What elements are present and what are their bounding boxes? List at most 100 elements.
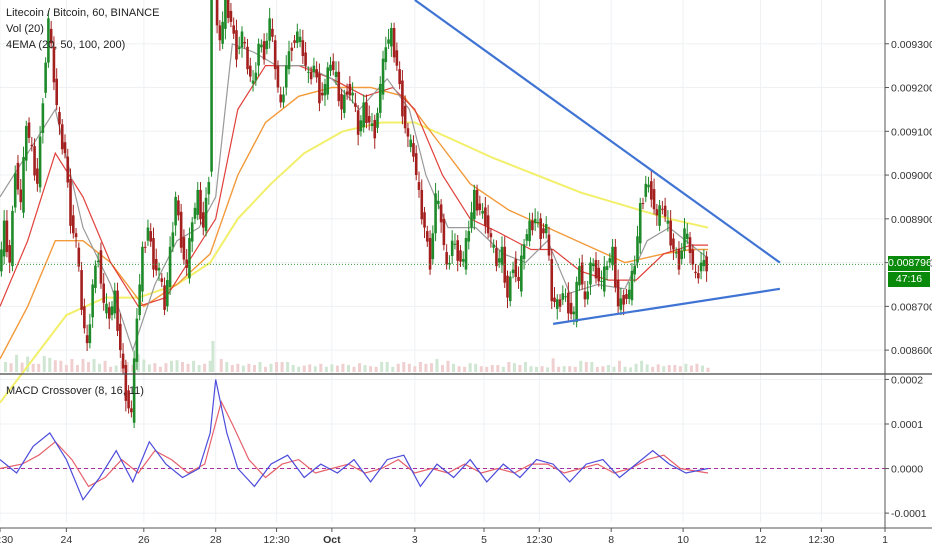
candle-body bbox=[246, 46, 249, 70]
macd-legend[interactable]: MACD Crossover (8, 16, 11) bbox=[6, 384, 144, 398]
volume-bar bbox=[684, 363, 688, 372]
candle-body bbox=[567, 292, 570, 314]
candle-body bbox=[5, 220, 9, 253]
volume-bar bbox=[192, 360, 196, 372]
x-tick-label: 26 bbox=[138, 534, 150, 546]
volume-bar bbox=[441, 365, 444, 372]
volume-bar bbox=[501, 366, 505, 372]
candle-body bbox=[262, 41, 266, 60]
candle-body bbox=[58, 112, 61, 125]
volume-bar bbox=[651, 366, 655, 372]
volume-bar bbox=[396, 363, 400, 372]
volume-bar bbox=[590, 362, 594, 372]
volume-bar bbox=[186, 363, 190, 372]
volume-legend[interactable]: Vol (20) bbox=[6, 22, 44, 36]
candle-body bbox=[141, 246, 144, 292]
candle-body bbox=[356, 110, 360, 135]
candle-body bbox=[38, 136, 42, 188]
candle-body bbox=[442, 218, 446, 246]
candle-body bbox=[445, 252, 448, 265]
candle-body bbox=[279, 94, 283, 103]
candle-body bbox=[94, 265, 97, 288]
volume-bar bbox=[346, 365, 350, 372]
volume-bar bbox=[75, 365, 79, 372]
price-chart[interactable]: 0.009300 0.009200 0.009100 0.009000 0.008900… bbox=[0, 0, 932, 550]
volume-bar bbox=[64, 365, 68, 372]
volume-bar bbox=[4, 362, 8, 372]
candle-body bbox=[318, 73, 321, 104]
candle-body bbox=[80, 270, 83, 310]
candle-body bbox=[163, 285, 166, 310]
candle-body bbox=[304, 52, 307, 66]
candle-body bbox=[2, 220, 6, 257]
volume-bar bbox=[236, 363, 240, 372]
candle-body bbox=[459, 250, 462, 262]
candle-body bbox=[63, 142, 67, 154]
candle-body bbox=[105, 303, 108, 314]
candle-body bbox=[453, 243, 457, 245]
candle-body bbox=[19, 189, 23, 203]
volume-bar bbox=[81, 359, 85, 372]
volume-bar bbox=[197, 365, 201, 372]
volume-bar bbox=[463, 366, 467, 372]
volume-bar bbox=[241, 365, 245, 372]
candle-body bbox=[340, 94, 343, 110]
volume-bar bbox=[70, 359, 74, 372]
volume-bar bbox=[203, 363, 207, 372]
candle-body bbox=[367, 115, 371, 123]
candle-body bbox=[16, 162, 20, 190]
ema-legend[interactable]: 4EMA (20, 50, 100, 200) bbox=[6, 38, 125, 52]
candle-body bbox=[633, 266, 637, 275]
candle-body bbox=[699, 262, 703, 272]
candle-body bbox=[608, 258, 612, 263]
candle-body bbox=[320, 92, 324, 96]
symbol-legend[interactable]: Litecoin / Bitcoin, 60, BINANCE bbox=[6, 6, 159, 20]
volume-bar bbox=[385, 362, 389, 372]
candle-body bbox=[655, 209, 659, 216]
candle-body bbox=[298, 36, 302, 43]
volume-bar bbox=[164, 363, 168, 372]
volume-bar bbox=[142, 359, 146, 372]
candle-body bbox=[293, 40, 296, 43]
candle-body bbox=[130, 408, 133, 413]
candle-body bbox=[362, 102, 365, 128]
volume-bar bbox=[308, 364, 312, 372]
candle-body bbox=[102, 283, 106, 303]
volume-bar bbox=[358, 363, 362, 372]
candle-body bbox=[160, 278, 164, 282]
volume-bar bbox=[667, 365, 671, 372]
candle-body bbox=[60, 124, 64, 150]
volume-bar bbox=[512, 363, 516, 372]
candle-body bbox=[398, 69, 401, 85]
volume-bar bbox=[175, 360, 179, 372]
candle-body bbox=[478, 203, 482, 211]
candle-body bbox=[215, 0, 219, 26]
candle-body bbox=[403, 105, 407, 129]
x-tick-label: 8 bbox=[608, 534, 614, 546]
candle-body bbox=[373, 119, 377, 139]
candle-body bbox=[420, 189, 424, 220]
candle-body bbox=[506, 275, 509, 298]
volume-bar bbox=[219, 359, 223, 372]
candle-body bbox=[273, 40, 277, 70]
candle-body bbox=[290, 47, 294, 51]
volume-bar bbox=[678, 366, 682, 372]
candle-body bbox=[254, 72, 258, 81]
candle-body bbox=[401, 80, 404, 117]
volume-bar bbox=[579, 360, 583, 372]
volume-bar bbox=[418, 362, 422, 372]
candle-body bbox=[484, 207, 487, 226]
candle-body bbox=[558, 299, 562, 307]
volume-bar bbox=[540, 366, 544, 372]
candle-body bbox=[520, 255, 523, 292]
candle-body bbox=[99, 250, 103, 284]
volume-bar bbox=[313, 366, 317, 372]
volume-bar bbox=[634, 363, 638, 372]
candle-body bbox=[179, 211, 183, 248]
candle-body bbox=[218, 25, 222, 41]
candle-body bbox=[561, 293, 565, 300]
candle-body bbox=[27, 122, 31, 138]
candle-body bbox=[390, 28, 393, 47]
candle-body bbox=[30, 144, 34, 147]
candle-body bbox=[193, 207, 197, 219]
